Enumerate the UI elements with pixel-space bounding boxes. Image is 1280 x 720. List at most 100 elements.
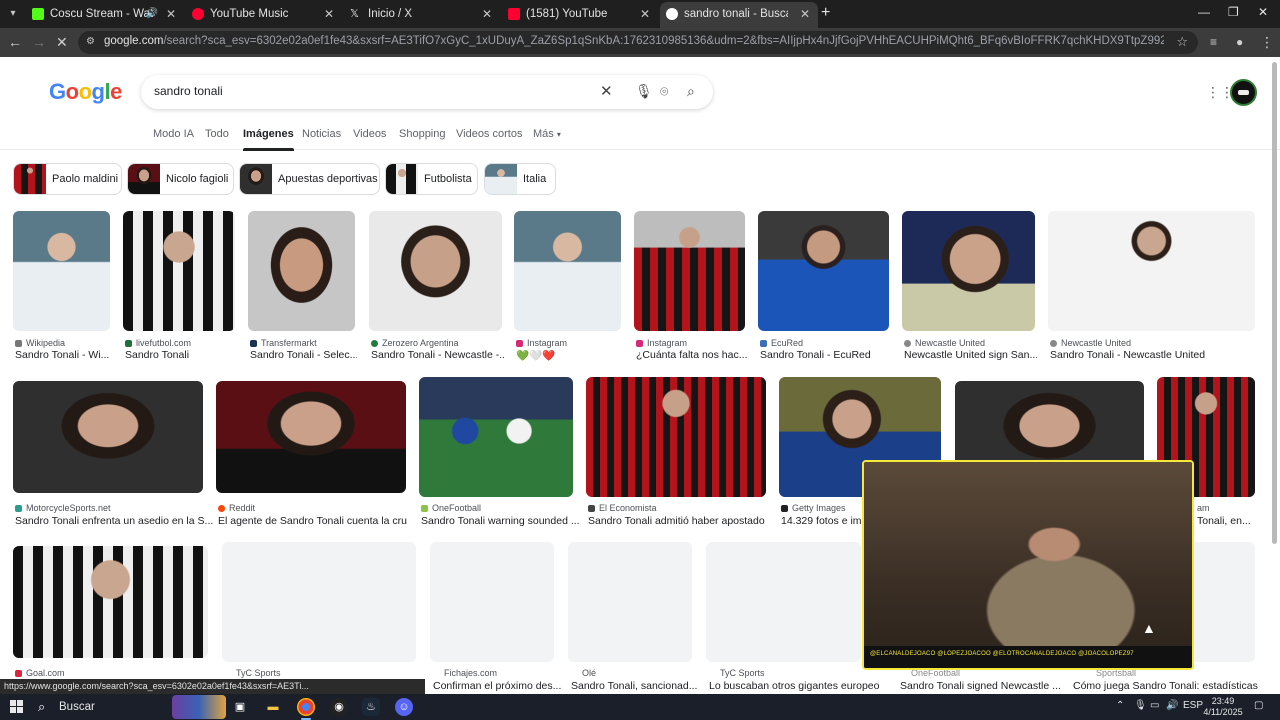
menu-icon[interactable]: ⋮	[1260, 33, 1274, 51]
result-image[interactable]	[430, 542, 554, 662]
result-source[interactable]: Newcastle United	[1050, 338, 1131, 348]
file-explorer-icon[interactable]: ▬	[264, 698, 282, 716]
result-image[interactable]	[123, 211, 235, 331]
bookmark-star-icon[interactable]: ☆	[1176, 34, 1188, 50]
result-source[interactable]: Reddit	[218, 503, 255, 513]
result-title[interactable]: Sandro Tonali - EcuRed	[760, 349, 891, 361]
speaker-icon[interactable]: 🔊	[146, 3, 158, 25]
new-tab-button[interactable]: +	[821, 4, 830, 22]
result-title[interactable]: Confirman el próximo des...	[433, 680, 563, 692]
result-image[interactable]	[568, 542, 692, 662]
tab-youtube-music[interactable]: YouTube Music ✕	[186, 3, 342, 25]
result-title[interactable]: Sandro Tonali - Newcastle -...	[371, 349, 504, 361]
result-title[interactable]: Tonali, en...	[1197, 515, 1257, 527]
result-source[interactable]: livefutbol.com	[125, 338, 191, 348]
result-title[interactable]: Lo buscaban otros gigantes europeos...	[709, 680, 879, 692]
tab-noticias[interactable]: Noticias	[302, 128, 341, 140]
media-controls-icon[interactable]: ≡	[1210, 33, 1217, 51]
result-image[interactable]	[514, 211, 621, 331]
result-title[interactable]: Sandro Tonali	[125, 349, 237, 361]
tab-todo[interactable]: Todo	[205, 128, 229, 140]
tab-shopping[interactable]: Shopping	[399, 128, 446, 140]
result-source[interactable]: Fichajes.com	[444, 668, 497, 678]
tab-mas[interactable]: Más ▾	[533, 128, 561, 140]
windows-start-icon[interactable]	[10, 700, 24, 714]
result-title[interactable]: Sandro Tonali admitió haber apostado ...	[588, 515, 768, 527]
result-image[interactable]	[902, 211, 1035, 331]
close-tab-icon[interactable]: ✕	[640, 3, 650, 25]
result-source[interactable]: TyC Sports	[236, 668, 281, 678]
result-title[interactable]: ¿Cuánta falta nos hac...	[636, 349, 747, 361]
chip-apuestas-deportivas[interactable]: Apuestas deportivas	[239, 163, 380, 195]
microphone-icon[interactable]: 🎙	[1134, 700, 1147, 711]
obs-icon[interactable]: ◉	[330, 698, 348, 716]
close-window-button[interactable]: ✕	[1258, 5, 1268, 19]
task-view-icon[interactable]: ▣	[231, 698, 249, 716]
site-info-icon[interactable]: ⚙	[86, 36, 98, 48]
result-source[interactable]: Transfermarkt	[250, 338, 317, 348]
result-image[interactable]	[13, 381, 203, 493]
result-source[interactable]: EcuRed	[760, 338, 803, 348]
result-image[interactable]	[369, 211, 502, 331]
result-title[interactable]: Sandro Tonali, sancionad...	[571, 680, 701, 692]
avatar[interactable]	[1230, 79, 1257, 106]
close-tab-icon[interactable]: ✕	[324, 3, 334, 25]
microphone-icon[interactable]: 🎙	[635, 83, 653, 100]
result-source[interactable]: am	[1197, 503, 1210, 513]
search-box[interactable]: sandro tonali ✕ 🎙 ⌾ ⌕	[141, 75, 713, 109]
back-icon[interactable]: ←	[8, 33, 22, 51]
result-image[interactable]	[586, 377, 766, 497]
result-image[interactable]	[758, 211, 889, 331]
chip-paolo-maldini[interactable]: Paolo maldini	[13, 163, 122, 195]
result-image[interactable]	[248, 211, 355, 331]
tab-x-home[interactable]: 𝕏 Inicio / X ✕	[344, 3, 500, 25]
result-image[interactable]	[222, 542, 416, 662]
notifications-icon[interactable]: ▢	[1254, 700, 1263, 711]
network-icon[interactable]: ▭	[1150, 700, 1159, 711]
result-source[interactable]: Olé	[582, 668, 596, 678]
apps-grid-icon[interactable]: ⋮⋮	[1206, 85, 1234, 99]
forward-icon[interactable]: →	[32, 33, 46, 51]
result-source[interactable]: Goal.com	[15, 668, 65, 678]
result-title[interactable]: El agente de Sandro Tonali cuenta la cru…	[218, 515, 408, 527]
stop-loading-icon[interactable]: ✕	[56, 33, 68, 51]
lens-camera-icon[interactable]: ⌾	[660, 83, 668, 100]
result-source[interactable]: Newcastle United	[904, 338, 985, 348]
taskbar-search[interactable]: ⌕ Buscar	[30, 695, 226, 719]
tab-videos-cortos[interactable]: Videos cortos	[456, 128, 522, 140]
tab-coscu-stream[interactable]: Coscu Stream - Watch Live 🔊 ✕	[26, 3, 184, 25]
search-input[interactable]: sandro tonali	[154, 84, 223, 98]
tab-google-search[interactable]: sandro tonali - Buscar con Goo ✕	[660, 2, 818, 28]
result-title[interactable]: 💚🤍❤️	[516, 349, 623, 362]
result-source[interactable]: El Economista	[588, 503, 657, 513]
result-title[interactable]: Newcastle United sign San...	[904, 349, 1037, 361]
result-image[interactable]	[419, 377, 573, 497]
tab-videos[interactable]: Videos	[353, 128, 386, 140]
tab-imagenes[interactable]: Imágenes	[243, 128, 294, 151]
search-icon[interactable]: ⌕	[687, 83, 695, 100]
result-source[interactable]: Instagram	[636, 338, 687, 348]
result-image[interactable]	[1048, 211, 1255, 331]
volume-icon[interactable]: 🔊	[1166, 700, 1178, 711]
result-source[interactable]: Getty Images	[781, 503, 846, 513]
tray-overflow-icon[interactable]: ⌃	[1116, 700, 1124, 711]
result-source[interactable]: Zerozero Argentina	[371, 338, 459, 348]
chrome-icon[interactable]	[297, 698, 315, 720]
close-tab-icon[interactable]: ✕	[166, 3, 176, 25]
result-title[interactable]: Sandro Tonali - Newcastle United	[1050, 349, 1257, 361]
minimize-button[interactable]: —	[1198, 5, 1210, 19]
result-title[interactable]: Sandro Tonali - Selec...	[250, 349, 357, 361]
result-source[interactable]: OneFootball	[421, 503, 481, 513]
result-source[interactable]: TyC Sports	[720, 668, 765, 678]
result-image[interactable]	[216, 381, 406, 493]
clock[interactable]: 23:49 4/11/2025	[1198, 696, 1248, 718]
result-image[interactable]	[13, 211, 110, 331]
tab-modo-ia[interactable]: Modo IA	[153, 128, 194, 140]
address-bar[interactable]: ⚙ google.com/search?sca_esv=6302e02a0ef1…	[78, 31, 1198, 54]
tab-youtube[interactable]: (1581) YouTube ✕	[502, 3, 658, 25]
result-image[interactable]	[706, 542, 861, 662]
discord-icon[interactable]: ☺	[395, 698, 413, 716]
chip-futbolista[interactable]: Futbolista	[385, 163, 478, 195]
profile-icon[interactable]: ●	[1236, 33, 1243, 51]
restore-button[interactable]: ❐	[1228, 5, 1239, 19]
